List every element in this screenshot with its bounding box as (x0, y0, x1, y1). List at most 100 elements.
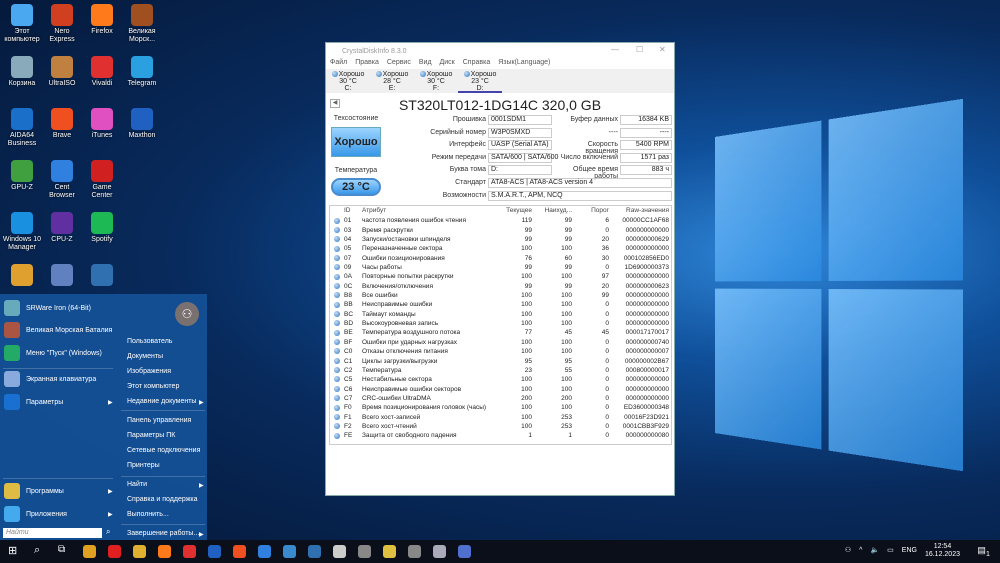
volume-icon[interactable]: 🔈 (870, 547, 879, 555)
start-item[interactable]: Экранная клавиатура (4, 371, 96, 387)
desktop-icon[interactable]: Maxthon (121, 108, 163, 140)
table-row[interactable]: C2 Температура 23 55 0 000800000017 (330, 366, 671, 375)
desktop-icon[interactable]: iTunes (81, 108, 123, 140)
user-avatar[interactable]: ⚇ (175, 302, 199, 326)
close-button[interactable]: ✕ (659, 45, 666, 54)
start-item[interactable]: Программы (4, 483, 64, 499)
menu-item[interactable]: Вид (419, 59, 432, 69)
desktop-icon[interactable]: UltraISO (41, 56, 83, 88)
start-item[interactable]: SRWare Iron (64-Bit) (4, 300, 91, 316)
start-item[interactable]: Меню "Пуск" (Windows) (4, 345, 102, 361)
taskbar-app-icon[interactable] (383, 545, 396, 558)
table-row[interactable]: FE Защита от свободного падения 1 1 0 0000000… (330, 431, 671, 440)
drive-tab[interactable]: Хорошо 28 °C E: (370, 69, 414, 93)
taskbar-app-icon[interactable] (208, 545, 221, 558)
start-link[interactable]: Пользователь (127, 338, 172, 345)
start-link[interactable]: Сетевые подключения (127, 447, 200, 454)
menu-item[interactable]: Файл (330, 59, 347, 69)
start-link[interactable]: Принтеры (127, 462, 160, 469)
start-link[interactable]: Параметры ПК (127, 432, 175, 439)
start-item[interactable]: Приложения (4, 506, 67, 522)
desktop-icon[interactable]: Корзина (1, 56, 43, 88)
desktop-icon[interactable]: Spotify (81, 212, 123, 244)
table-row[interactable]: BB Неисправимые ошибки 100 100 0 000000000000 (330, 300, 671, 309)
column-header[interactable] (330, 206, 344, 215)
start-item[interactable]: Параметры (4, 394, 63, 410)
column-header[interactable]: Наихуд... (532, 206, 572, 215)
table-row[interactable]: 0C Включения/отключения 99 99 20 000000000623 (330, 282, 671, 291)
table-row[interactable]: C5 Нестабильные сектора 100 100 0 00000000000… (330, 375, 671, 384)
table-row[interactable]: C7 CRC-ошибки UltraDMA 200 200 0 000000000000 (330, 394, 671, 403)
desktop-icon[interactable]: CPU-Z (41, 212, 83, 244)
menu-item[interactable]: Язык(Language) (498, 59, 550, 69)
taskbar-app-icon[interactable] (83, 545, 96, 558)
start-link[interactable]: Найти (127, 481, 147, 488)
network-icon[interactable]: ▭ (887, 547, 894, 555)
table-row[interactable]: 07 Ошибки позиционирования 76 60 30 000102856… (330, 254, 671, 263)
menu-item[interactable]: Сервис (387, 59, 411, 69)
table-row[interactable]: C6 Неисправимые ошибки секторов 100 100 0 000… (330, 385, 671, 394)
table-row[interactable]: 09 Часы работы 99 99 0 1D6900000373 (330, 263, 671, 272)
table-row[interactable]: C0 Отказы отключения питания 100 100 0 000000… (330, 347, 671, 356)
table-row[interactable]: F1 Всего хост-записей 100 253 0 00016F23D921 (330, 413, 671, 422)
table-row[interactable]: 0A Повторные попытки раскрутки 100 100 97 000… (330, 272, 671, 281)
taskbar-app-icon[interactable] (133, 545, 146, 558)
column-header[interactable]: Порог (572, 206, 609, 215)
people-icon[interactable]: ⚇ (845, 547, 851, 555)
table-row[interactable]: BE Температура воздушного потока 77 45 45 000… (330, 328, 671, 337)
drive-tab[interactable]: Хорошо 30 °C C: (326, 69, 370, 93)
taskbar-app-icon[interactable] (358, 545, 371, 558)
desktop-icon[interactable]: Nero Express (41, 4, 83, 44)
desktop-icon[interactable]: Этот компьютер (1, 4, 43, 44)
taskbar-app-icon[interactable] (333, 545, 346, 558)
taskbar-app-icon[interactable] (258, 545, 271, 558)
taskbar-app-icon[interactable] (458, 545, 471, 558)
menu-item[interactable]: Правка (355, 59, 379, 69)
drive-tab[interactable]: Хорошо 23 °C D: (458, 69, 502, 93)
taskbar-app-icon[interactable] (233, 545, 246, 558)
table-row[interactable]: 01 частота появления ошибок чтения 119 99 6 0… (330, 216, 671, 225)
start-link[interactable]: Изображения (127, 368, 171, 375)
start-link[interactable]: Панель управления (127, 417, 191, 424)
table-row[interactable]: C1 Циклы загрузки/выгрузки 95 95 0 000000002B… (330, 357, 671, 366)
start-link[interactable]: Этот компьютер (127, 383, 179, 390)
start-search-input[interactable]: Найти (3, 528, 102, 538)
column-header[interactable]: Raw-значения (609, 206, 669, 215)
language-indicator[interactable]: ENG (902, 547, 917, 555)
desktop-icon[interactable]: Firefox (81, 4, 123, 36)
start-button[interactable]: ⊞ (8, 544, 17, 557)
table-row[interactable]: B8 Все ошибки 100 100 99 000000000000 (330, 291, 671, 300)
minimize-button[interactable]: — (611, 45, 619, 54)
table-row[interactable]: 05 Переназначенные сектора 100 100 36 0000000… (330, 244, 671, 253)
taskbar-app-icon[interactable] (433, 545, 446, 558)
menu-item[interactable]: Диск (440, 59, 455, 69)
table-row[interactable]: BF Ошибки при ударных нагрузках 100 100 0 000… (330, 338, 671, 347)
task-view-icon[interactable]: ⧉ (58, 544, 65, 555)
prev-disk-button[interactable]: ◀ (330, 99, 340, 108)
search-icon[interactable]: ⌕ (106, 527, 110, 537)
start-item[interactable]: Великая Морская Баталия (4, 322, 112, 338)
column-header[interactable]: Атрибут (362, 206, 492, 215)
taskbar-app-icon[interactable] (183, 545, 196, 558)
table-row[interactable]: BC Таймаут команды 100 100 0 000000000000 (330, 310, 671, 319)
chevron-up-icon[interactable]: ^ (859, 547, 862, 555)
desktop-icon[interactable]: Cent Browser (41, 160, 83, 200)
taskbar-app-icon[interactable] (108, 545, 121, 558)
taskbar-app-icon[interactable] (158, 545, 171, 558)
start-link[interactable]: Выполнить... (127, 511, 169, 518)
health-status[interactable]: Хорошо (331, 127, 381, 157)
table-row[interactable]: 03 Время раскрутки 99 99 0 000000000000 (330, 226, 671, 235)
desktop-icon[interactable]: Brave (41, 108, 83, 140)
table-row[interactable]: F0 Время позиционирования головок (часы) 1… (330, 403, 671, 412)
drive-tab[interactable]: Хорошо 30 °C F: (414, 69, 458, 93)
desktop-icon[interactable] (81, 264, 123, 288)
table-row[interactable]: BD Высокоуровневая запись 100 100 0 000000000… (330, 319, 671, 328)
desktop-icon[interactable]: Vivaldi (81, 56, 123, 88)
column-header[interactable]: ID (344, 206, 362, 215)
start-link[interactable]: Недавние документы (127, 398, 196, 405)
taskbar-app-icon[interactable] (283, 545, 296, 558)
taskbar-app-icon[interactable] (408, 545, 421, 558)
maximize-button[interactable]: ☐ (636, 45, 643, 54)
start-link[interactable]: Справка и поддержка (127, 496, 198, 503)
menu-item[interactable]: Справка (463, 59, 490, 69)
